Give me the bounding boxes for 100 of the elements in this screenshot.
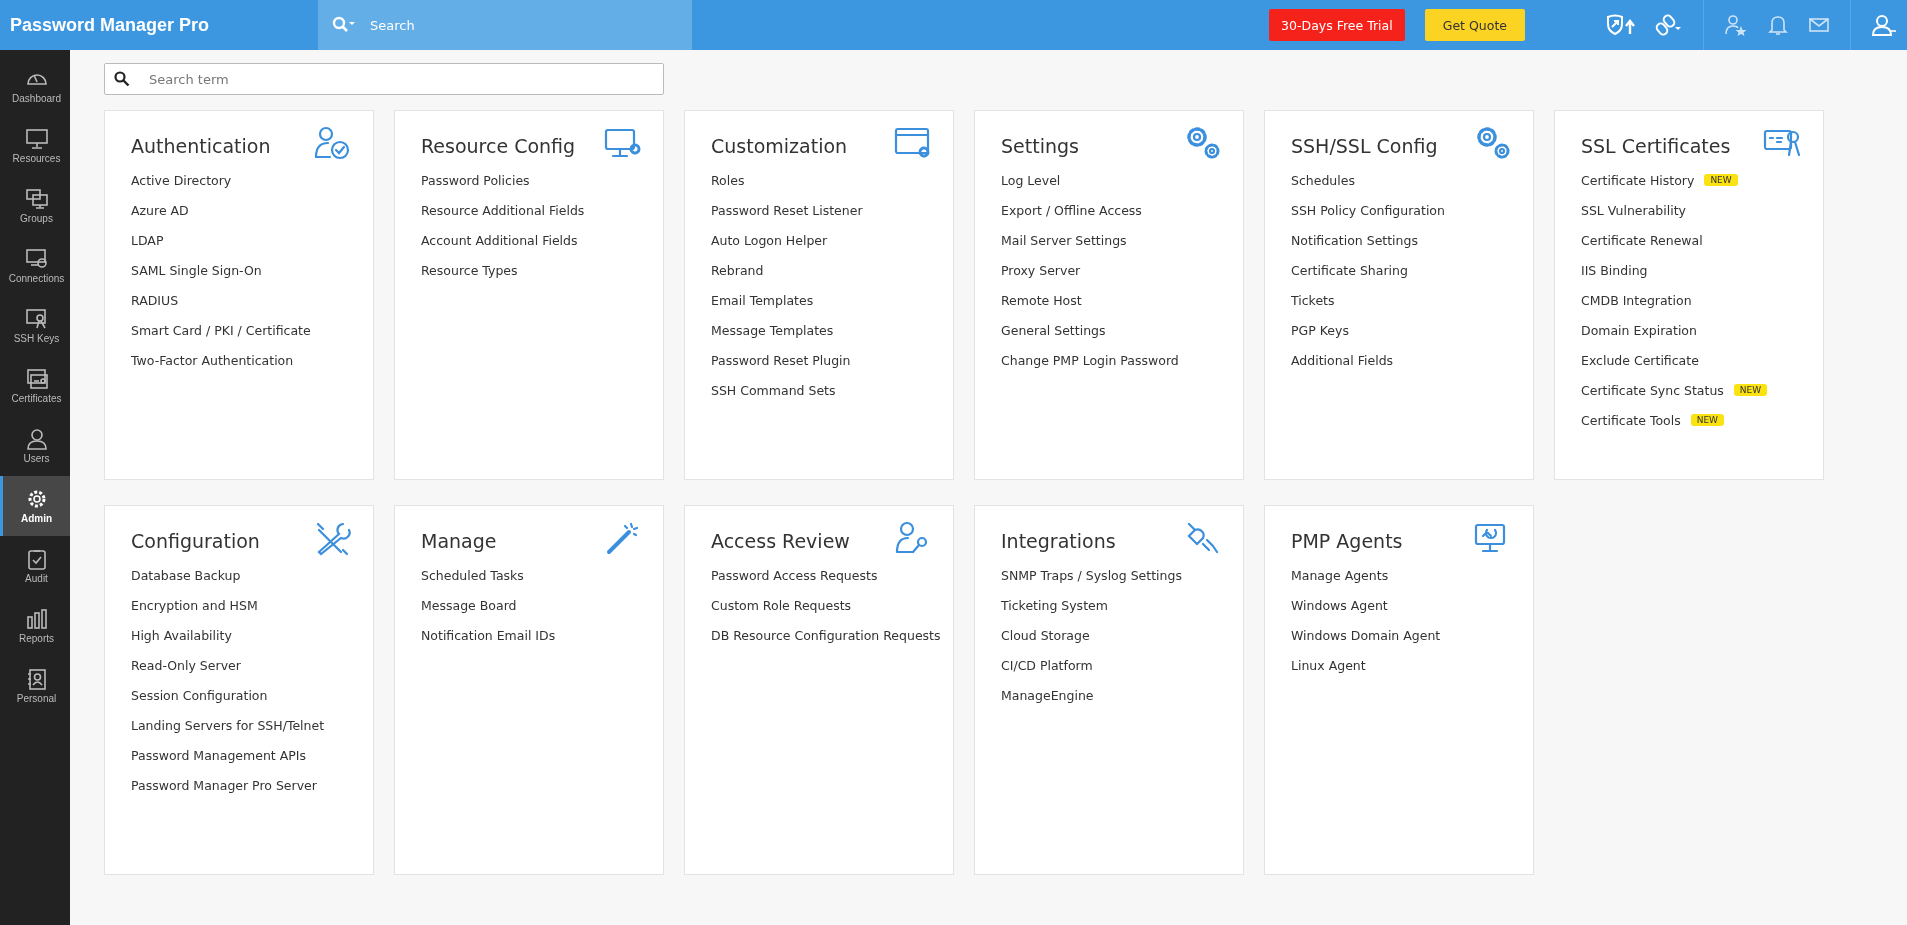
sidebar-item[interactable]: Resources — [0, 116, 70, 176]
user-menu-icon[interactable] — [1871, 14, 1897, 36]
settings-link[interactable]: Certificate Sync Status — [1581, 382, 1724, 398]
settings-link[interactable]: Landing Servers for SSH/Telnet — [131, 717, 325, 733]
settings-link[interactable]: Two-Factor Authentication — [131, 352, 294, 368]
settings-link[interactable]: Session Configuration — [131, 687, 268, 703]
settings-link[interactable]: Password Manager Pro Server — [131, 777, 317, 793]
settings-link[interactable]: LDAP — [131, 232, 164, 248]
sidebar-item[interactable]: SSH Keys — [0, 296, 70, 356]
settings-link[interactable]: CMDB Integration — [1581, 292, 1692, 308]
sidebar-item[interactable]: Certificates — [0, 356, 70, 416]
new-badge: NEW — [1733, 384, 1768, 396]
link-icon[interactable] — [1655, 14, 1683, 36]
settings-link[interactable]: Smart Card / PKI / Certificate — [131, 322, 311, 338]
settings-link[interactable]: SAML Single Sign-On — [131, 262, 262, 278]
monitor-key-icon — [24, 308, 49, 330]
get-quote-button[interactable]: Get Quote — [1424, 9, 1525, 41]
settings-link[interactable]: Rebrand — [711, 262, 764, 278]
settings-link[interactable]: Password Access Requests — [711, 567, 878, 583]
settings-link[interactable]: Scheduled Tasks — [421, 567, 524, 583]
free-trial-button[interactable]: 30-Days Free Trial — [1269, 9, 1405, 41]
sidebar-item[interactable]: Dashboard — [0, 56, 70, 116]
settings-link[interactable]: Exclude Certificate — [1581, 352, 1699, 368]
settings-link[interactable]: Notification Email IDs — [421, 627, 556, 643]
settings-link[interactable]: Read-Only Server — [131, 657, 241, 673]
settings-link[interactable]: CI/CD Platform — [1001, 657, 1093, 673]
settings-link[interactable]: Password Management APIs — [131, 747, 306, 763]
sidebar-item[interactable]: Reports — [0, 596, 70, 656]
search-field[interactable]: Search term — [104, 63, 664, 95]
settings-link[interactable]: Azure AD — [131, 202, 189, 218]
settings-link[interactable]: High Availability — [131, 627, 232, 643]
settings-link[interactable]: Change PMP Login Password — [1001, 352, 1179, 368]
settings-link[interactable]: Log Level — [1001, 172, 1061, 188]
settings-link[interactable]: Certificate Sharing — [1291, 262, 1408, 278]
settings-link[interactable]: Password Reset Listener — [711, 202, 863, 218]
settings-link[interactable]: Manage Agents — [1291, 567, 1389, 583]
card-title: Customization — [711, 135, 848, 157]
settings-link[interactable]: Cloud Storage — [1001, 627, 1090, 643]
settings-link[interactable]: Resource Additional Fields — [421, 202, 585, 218]
monitors-icon — [24, 188, 49, 210]
settings-link[interactable]: Remote Host — [1001, 292, 1082, 308]
global-search-field[interactable]: Search — [318, 0, 692, 50]
settings-link[interactable]: SSH Command Sets — [711, 382, 836, 398]
settings-link[interactable]: Export / Offline Access — [1001, 202, 1142, 218]
settings-link[interactable]: Schedules — [1291, 172, 1355, 188]
settings-link[interactable]: Resource Types — [421, 262, 518, 278]
settings-link[interactable]: ManageEngine — [1001, 687, 1094, 703]
settings-link[interactable]: Proxy Server — [1001, 262, 1081, 278]
settings-link[interactable]: Roles — [711, 172, 745, 188]
settings-link[interactable]: Linux Agent — [1291, 657, 1366, 673]
sidebar-item[interactable]: Audit — [0, 536, 70, 596]
settings-link[interactable]: Notification Settings — [1291, 232, 1418, 248]
settings-link[interactable]: Windows Agent — [1291, 597, 1388, 613]
settings-link[interactable]: Auto Logon Helper — [711, 232, 828, 248]
sidebar-item[interactable]: Users — [0, 416, 70, 476]
settings-link[interactable]: Database Backup — [131, 567, 241, 583]
bell-icon[interactable] — [1768, 14, 1788, 36]
settings-link[interactable]: RADIUS — [131, 292, 179, 308]
settings-link[interactable]: Email Templates — [711, 292, 814, 308]
settings-link[interactable]: Certificate History — [1581, 172, 1695, 188]
sidebar-item[interactable]: Personal — [0, 656, 70, 716]
settings-link[interactable]: SSL Vulnerability — [1581, 202, 1686, 218]
settings-link[interactable]: General Settings — [1001, 322, 1106, 338]
sidebar-item[interactable]: Admin — [0, 476, 70, 536]
settings-link[interactable]: IIS Binding — [1581, 262, 1648, 278]
settings-link[interactable]: DB Resource Configuration Requests — [711, 627, 941, 643]
sidebar-item[interactable]: Connections — [0, 236, 70, 296]
user-icon — [24, 428, 49, 450]
settings-link[interactable]: Message Board — [421, 597, 517, 613]
settings-link[interactable]: SSH Policy Configuration — [1291, 202, 1445, 218]
settings-link[interactable]: Windows Domain Agent — [1291, 627, 1441, 643]
card-title: PMP Agents — [1291, 530, 1403, 552]
sidebar-item[interactable]: Groups — [0, 176, 70, 236]
settings-link[interactable]: Domain Expiration — [1581, 322, 1697, 338]
settings-link[interactable]: PGP Keys — [1291, 322, 1349, 338]
shield-arrow-icon[interactable] — [1605, 14, 1635, 36]
settings-link[interactable]: Ticketing System — [1001, 597, 1108, 613]
settings-link[interactable]: Additional Fields — [1291, 352, 1394, 368]
card-title: Integrations — [1001, 530, 1116, 552]
mail-icon[interactable] — [1808, 16, 1830, 34]
card-title: Settings — [1001, 135, 1079, 157]
bar-chart-icon — [24, 608, 49, 630]
card-title: SSH/SSL Config — [1291, 135, 1438, 157]
settings-link[interactable]: Certificate Tools — [1581, 412, 1681, 428]
settings-link[interactable]: Mail Server Settings — [1001, 232, 1127, 248]
card-title: Resource Config — [421, 135, 576, 157]
settings-link[interactable]: SNMP Traps / Syslog Settings — [1001, 567, 1182, 583]
card-title: Authentication — [131, 135, 271, 157]
settings-link[interactable]: Password Policies — [421, 172, 530, 188]
settings-link[interactable]: Active Directory — [131, 172, 232, 188]
certificate-icon — [24, 368, 49, 390]
settings-link[interactable]: Account Additional Fields — [421, 232, 578, 248]
settings-link[interactable]: Custom Role Requests — [711, 597, 852, 613]
settings-link[interactable]: Message Templates — [711, 322, 834, 338]
settings-link[interactable]: Password Reset Plugin — [711, 352, 851, 368]
settings-link[interactable]: Tickets — [1291, 292, 1335, 308]
settings-link[interactable]: Encryption and HSM — [131, 597, 258, 613]
settings-link[interactable]: Certificate Renewal — [1581, 232, 1703, 248]
monitor-icon — [24, 128, 49, 150]
user-star-icon[interactable] — [1724, 14, 1748, 36]
